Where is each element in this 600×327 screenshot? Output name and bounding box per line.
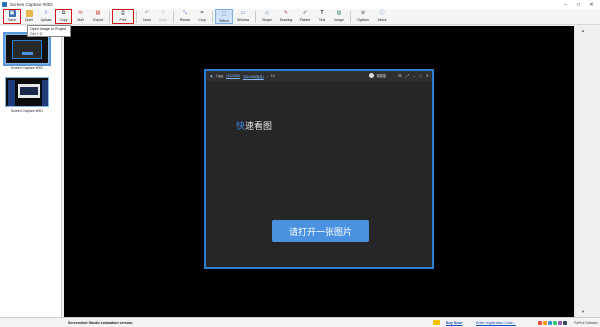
export-button[interactable]: ▤ Export <box>89 9 107 24</box>
window-icon: ▭ <box>240 10 246 16</box>
page-counter: 1/1 <box>270 74 276 78</box>
minimize-icon: – <box>412 73 416 78</box>
toolbar: ▣ Save Open ⇪ Upload ⧉ Copy ✉ Mail ▤ Exp… <box>0 9 600 25</box>
separator <box>173 11 174 23</box>
text-icon: T <box>320 10 324 16</box>
select-button[interactable]: ⬚ Select <box>215 9 233 24</box>
vertical-scrollbar[interactable]: ▲ ▼ <box>574 26 600 317</box>
export-icon: ▤ <box>95 10 101 16</box>
upload-button[interactable]: ⇪ Upload <box>37 9 55 24</box>
thumbnail <box>3 32 51 66</box>
print-button[interactable]: ⎙ Print <box>112 9 134 24</box>
captured-viewer-window: ▣ 1.jpg 1012x508 320x208(最佳) - 1/1 猫猫猫 ⊞… <box>204 69 434 269</box>
select-icon: ⬚ <box>221 11 227 17</box>
text-button[interactable]: T Text <box>314 9 330 24</box>
painter-button[interactable]: ✐ Painter <box>296 9 314 24</box>
tray-icon <box>538 320 542 325</box>
thumbnail <box>5 77 49 107</box>
scroll-up-icon[interactable]: ▲ <box>581 28 585 33</box>
image-icon: ▨ <box>336 10 342 16</box>
separator <box>109 11 110 23</box>
tray-icon <box>558 320 562 325</box>
resolution-link: 1012x508 <box>225 74 240 78</box>
close-icon[interactable]: ✕ <box>585 0 598 9</box>
viewer-app-icon: ▣ <box>210 74 214 78</box>
viewer-window-controls: ⊞ ⤢ – □ ✕ <box>398 73 429 78</box>
tray-icons <box>538 320 567 325</box>
copy-button[interactable]: ⧉ Copy <box>55 9 72 24</box>
drawing-icon: ✎ <box>283 10 289 16</box>
file-name: 1.jpg <box>216 74 223 78</box>
evaluation-notice: Screenshot Studio evaluation version. <box>68 320 134 325</box>
separator <box>212 11 213 23</box>
tray-icon <box>553 320 557 325</box>
maximize-icon[interactable]: □ <box>572 0 585 9</box>
save-icon: ▣ <box>8 10 16 17</box>
redo-button[interactable]: ↷ Redo <box>155 9 171 24</box>
crop-button[interactable]: ⌗ Crop <box>194 9 210 24</box>
status-bar: Screenshot Studio evaluation version. Bu… <box>0 317 600 327</box>
print-icon: ⎙ <box>120 10 125 16</box>
resize-icon: ⤡ <box>182 10 187 16</box>
folder-icon <box>25 10 33 17</box>
undo-button[interactable]: ↶ Undo <box>139 9 155 24</box>
open-button[interactable]: Open <box>21 9 37 24</box>
open-image-button: 请打开一张图片 <box>272 220 369 242</box>
crop-icon: ⌗ <box>200 10 204 16</box>
capture-list: Screen Capture #002 Screen Capture #001 <box>0 26 62 317</box>
buy-now-link[interactable]: Buy Now! <box>446 321 463 325</box>
mail-button[interactable]: ✉ Mail <box>72 9 89 24</box>
viewer-body: 快速看图 请打开一张图片 <box>206 81 432 267</box>
restore-icon: □ <box>419 73 422 78</box>
tray-icon <box>543 320 547 325</box>
window-controls: – □ ✕ <box>559 0 598 9</box>
viewer-title-bar: ▣ 1.jpg 1012x508 320x208(最佳) - 1/1 猫猫猫 ⊞… <box>206 71 432 81</box>
about-button[interactable]: ⓘ About <box>373 9 391 24</box>
pin-icon: ⊞ <box>398 73 402 78</box>
window-title: Screen Capture #002 <box>10 2 53 7</box>
resize-button[interactable]: ⤡ Resize <box>176 9 194 24</box>
shape-icon: ◇ <box>265 10 269 16</box>
copy-icon: ⧉ <box>61 10 66 16</box>
open-tooltip: Open Image or Project Ctrl + O <box>27 25 71 37</box>
options-button[interactable]: ⚙ Options <box>353 9 373 24</box>
drawing-button[interactable]: ✎ Drawing <box>276 9 296 24</box>
window-button[interactable]: ▭ Window <box>233 9 253 24</box>
registration-link[interactable]: Enter registration Code... <box>476 321 516 325</box>
avatar <box>369 73 375 78</box>
options-icon: ⚙ <box>360 10 366 16</box>
separator <box>255 11 256 23</box>
tray-icon <box>563 320 567 325</box>
painter-icon: ✐ <box>302 10 308 16</box>
save-button[interactable]: ▣ Save <box>3 9 21 24</box>
user-name: 猫猫猫 <box>376 74 386 78</box>
separator <box>136 11 137 23</box>
undo-icon: ↶ <box>144 10 150 16</box>
scroll-down-icon[interactable]: ▼ <box>581 309 585 314</box>
separator <box>350 11 351 23</box>
list-item-capture-002[interactable]: Screen Capture #002 <box>3 32 51 70</box>
app-icon <box>2 2 7 7</box>
cart-icon <box>433 320 440 325</box>
tray-icon <box>548 320 552 325</box>
shape-button[interactable]: ◇ Shape <box>258 9 276 24</box>
zoom-link: 320x208(最佳) <box>242 74 264 79</box>
image-button[interactable]: ▨ Image <box>330 9 348 24</box>
upload-icon: ⇪ <box>43 10 49 16</box>
about-icon: ⓘ <box>379 10 385 16</box>
minimize-icon[interactable]: – <box>559 0 572 9</box>
mail-icon: ✉ <box>78 10 83 16</box>
title-bar: Screen Capture #002 – □ ✕ <box>0 0 600 9</box>
redo-icon: ↷ <box>160 10 166 16</box>
user-badge: 猫猫猫 <box>369 73 386 78</box>
viewer-heading: 快速看图 <box>236 122 273 132</box>
close-icon: ✕ <box>425 73 429 78</box>
list-item-capture-001[interactable]: Screen Capture #001 <box>5 77 49 113</box>
brand-label: PicPick Software <box>574 320 598 325</box>
fullscreen-icon: ⤢ <box>405 73 409 78</box>
